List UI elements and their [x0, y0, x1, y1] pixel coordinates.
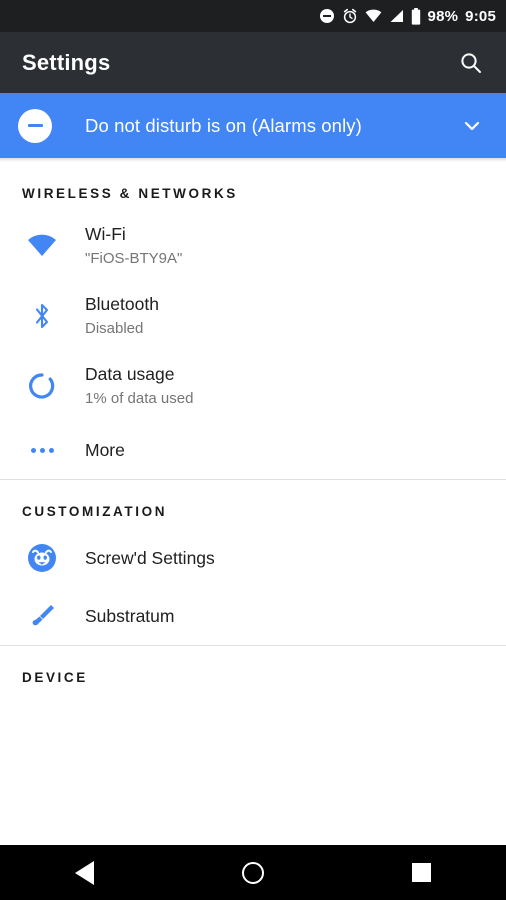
do-not-disturb-icon [18, 108, 52, 143]
list-item-screwd-settings[interactable]: Screw'd Settings [0, 529, 506, 587]
banner-expand-button[interactable] [460, 114, 484, 138]
list-item-data-usage[interactable]: Data usage 1% of data used [0, 351, 506, 421]
status-bar: 98% 9:05 [0, 0, 506, 32]
section-header-device: DEVICE [22, 670, 88, 685]
bluetooth-icon [35, 303, 49, 329]
list-item-subtitle: "FiOS-BTY9A" [85, 250, 183, 267]
screwd-logo-icon [28, 544, 56, 572]
row-body: Screw'd Settings [85, 547, 215, 570]
row-icon [22, 543, 62, 573]
battery-percent-label: 98% [427, 7, 459, 25]
row-icon [22, 601, 62, 631]
do-not-disturb-icon [319, 9, 334, 23]
navigation-bar [0, 845, 506, 900]
data-usage-icon [29, 373, 55, 399]
list-item-wifi[interactable]: Wi-Fi "FiOS-BTY9A" [0, 211, 506, 281]
do-not-disturb-banner[interactable]: Do not disturb is on (Alarms only) [0, 93, 506, 158]
list-item-more[interactable]: More [0, 421, 506, 479]
more-dots-icon [30, 447, 54, 453]
wifi-icon [28, 234, 56, 256]
recents-square-icon [412, 863, 432, 882]
row-icon [22, 372, 62, 400]
battery-icon [411, 7, 420, 25]
status-bar-icons [319, 7, 421, 25]
chevron-down-icon [464, 121, 480, 130]
row-body: More [85, 439, 125, 462]
list-item-subtitle: Disabled [85, 320, 144, 337]
row-icon [22, 234, 62, 258]
cellular-signal-icon [390, 10, 403, 22]
search-button[interactable] [454, 46, 488, 80]
wifi-icon [365, 9, 381, 22]
list-item-title: Screw'd Settings [85, 547, 215, 568]
row-body: Substratum [85, 605, 174, 628]
page-title: Settings [22, 49, 111, 75]
row-body: Bluetooth Disabled [85, 293, 159, 339]
app-bar: Settings [0, 32, 506, 93]
recents-button[interactable] [387, 850, 457, 896]
home-button[interactable] [218, 850, 288, 896]
section-header-wireless: WIRELESS & NETWORKS [22, 186, 238, 201]
list-item-bluetooth[interactable]: Bluetooth Disabled [0, 281, 506, 351]
list-item-title: Data usage [85, 364, 175, 384]
row-body: Data usage 1% of data used [85, 363, 193, 409]
list-item-subtitle: 1% of data used [85, 390, 194, 407]
list-item-title: Wi-Fi [85, 224, 126, 244]
list-item-substratum[interactable]: Substratum [0, 587, 506, 645]
alarm-icon [343, 8, 356, 24]
row-body: Wi-Fi "FiOS-BTY9A" [85, 223, 182, 269]
section-header-customization: CUSTOMIZATION [22, 504, 168, 519]
list-item-title: Substratum [85, 605, 175, 626]
list-item-title: Bluetooth [85, 294, 159, 314]
settings-list: WIRELESS & NETWORKS Wi-Fi "FiOS-BTY9A" B… [0, 162, 506, 695]
row-icon [22, 301, 62, 331]
list-item-title: More [85, 439, 125, 460]
clock-label: 9:05 [465, 7, 496, 25]
minus-glyph [27, 124, 43, 127]
paintbrush-icon [32, 605, 54, 626]
back-button[interactable] [49, 850, 119, 896]
do-not-disturb-label: Do not disturb is on (Alarms only) [85, 114, 362, 136]
back-triangle-icon [74, 860, 94, 885]
row-icon [22, 447, 62, 453]
home-circle-icon [241, 861, 264, 884]
search-icon [461, 52, 481, 73]
